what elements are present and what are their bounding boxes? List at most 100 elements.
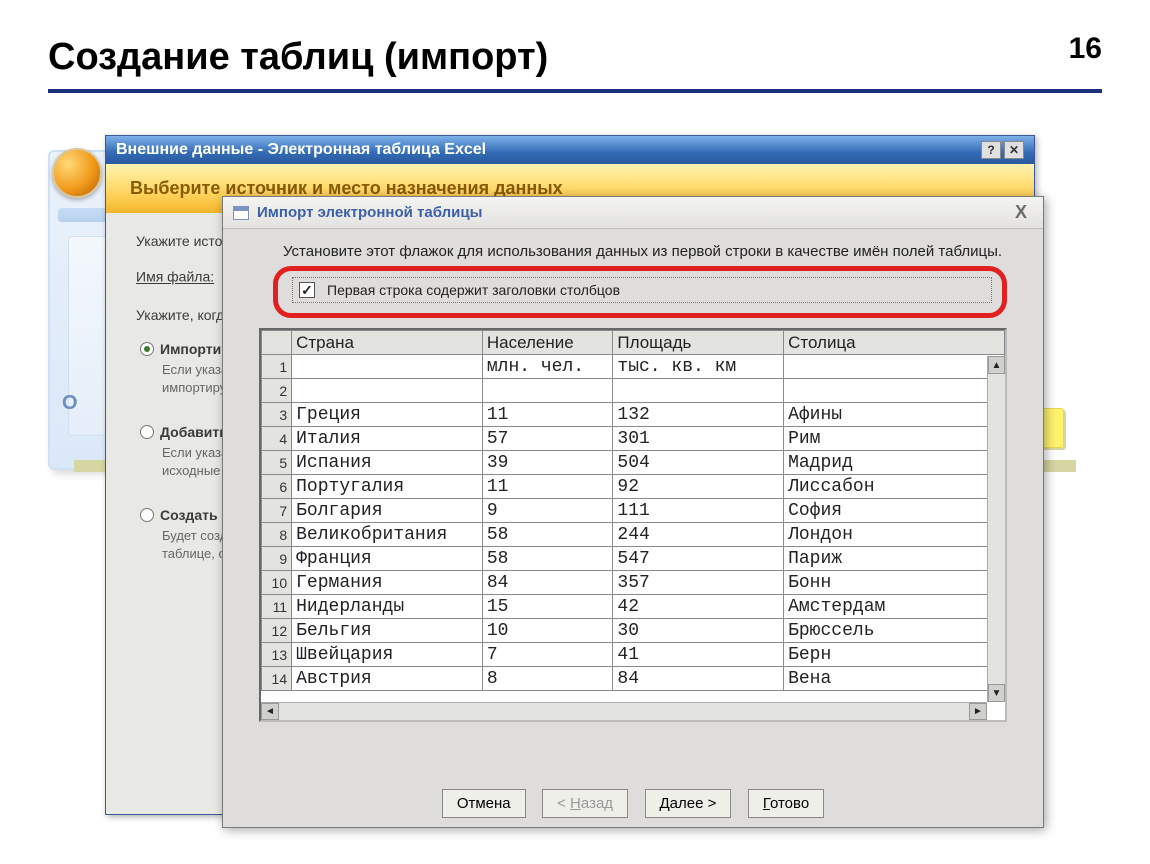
scroll-up-icon[interactable]: ▲	[988, 356, 1005, 374]
slide-title: Создание таблиц (импорт)	[48, 36, 1102, 79]
scroll-right-icon[interactable]: ►	[969, 703, 987, 720]
help-button[interactable]: ?	[981, 141, 1001, 159]
horizontal-scrollbar[interactable]: ◄ ►	[261, 702, 987, 720]
cell[interactable]: млн. чел.	[482, 355, 613, 379]
cell[interactable]: 10	[482, 619, 613, 643]
cell[interactable]: 9	[482, 499, 613, 523]
cell[interactable]: 84	[613, 667, 784, 691]
scroll-left-icon[interactable]: ◄	[261, 703, 279, 720]
cell[interactable]	[292, 355, 483, 379]
row-number[interactable]: 4	[262, 427, 292, 451]
cell[interactable]	[784, 355, 1005, 379]
cell[interactable]: 30	[613, 619, 784, 643]
row-number[interactable]: 2	[262, 379, 292, 403]
column-header-1[interactable]: Население	[482, 331, 613, 355]
radio-2[interactable]	[140, 508, 154, 522]
cell[interactable]: тыс. кв. км	[613, 355, 784, 379]
office-orb-icon[interactable]	[52, 148, 102, 198]
cell[interactable]: Греция	[292, 403, 483, 427]
cell[interactable]: Австрия	[292, 667, 483, 691]
wizard-next-button[interactable]: Далее >	[645, 789, 732, 818]
cell[interactable]: София	[784, 499, 1005, 523]
row-number[interactable]: 12	[262, 619, 292, 643]
cell[interactable]: 42	[613, 595, 784, 619]
cell[interactable]: Бонн	[784, 571, 1005, 595]
cell[interactable]: Берн	[784, 643, 1005, 667]
row-number[interactable]: 11	[262, 595, 292, 619]
column-header-2[interactable]: Площадь	[613, 331, 784, 355]
cell[interactable]: 244	[613, 523, 784, 547]
row-number[interactable]: 1	[262, 355, 292, 379]
cell[interactable]: Франция	[292, 547, 483, 571]
cell[interactable]: 84	[482, 571, 613, 595]
close-icon[interactable]: X	[1009, 202, 1033, 223]
radio-1[interactable]	[140, 425, 154, 439]
cell[interactable]: Болгария	[292, 499, 483, 523]
cell[interactable]: 57	[482, 427, 613, 451]
column-header-3[interactable]: Столица	[784, 331, 1005, 355]
row-number[interactable]: 14	[262, 667, 292, 691]
cell[interactable]: Нидерланды	[292, 595, 483, 619]
radio-label-1: Добавить	[160, 424, 228, 440]
row-number[interactable]: 5	[262, 451, 292, 475]
row-number[interactable]: 8	[262, 523, 292, 547]
dlg2-title-text: Импорт электронной таблицы	[257, 204, 482, 221]
cell[interactable]: 111	[613, 499, 784, 523]
column-header-0[interactable]: Страна	[292, 331, 483, 355]
row-number[interactable]: 6	[262, 475, 292, 499]
cell[interactable]: Италия	[292, 427, 483, 451]
cell[interactable]: Испания	[292, 451, 483, 475]
vertical-scrollbar[interactable]: ▲ ▼	[987, 356, 1005, 702]
cell[interactable]	[613, 379, 784, 403]
cell[interactable]: 301	[613, 427, 784, 451]
wizard-cancel-button[interactable]: Отмена	[442, 789, 526, 818]
cell[interactable]: Афины	[784, 403, 1005, 427]
cell[interactable]: Париж	[784, 547, 1005, 571]
cell[interactable]: Лондон	[784, 523, 1005, 547]
cell[interactable]: Германия	[292, 571, 483, 595]
cell[interactable]: Брюссель	[784, 619, 1005, 643]
cell[interactable]: 11	[482, 475, 613, 499]
row-number[interactable]: 13	[262, 643, 292, 667]
cell[interactable]: Амстердам	[784, 595, 1005, 619]
highlight-callout: ✓ Первая строка содержит заголовки столб…	[273, 266, 1007, 318]
wizard-back-button[interactable]: < Назад	[542, 789, 628, 818]
cell[interactable]: Португалия	[292, 475, 483, 499]
row-number[interactable]: 3	[262, 403, 292, 427]
cell[interactable]: 8	[482, 667, 613, 691]
cell[interactable]: 11	[482, 403, 613, 427]
dlg1-titlebar[interactable]: Внешние данные - Электронная таблица Exc…	[106, 136, 1034, 164]
row-number[interactable]: 9	[262, 547, 292, 571]
scroll-down-icon[interactable]: ▼	[988, 684, 1005, 702]
dlg2-hint-text: Установите этот флажок для использования…	[283, 243, 1023, 260]
cell[interactable]: 92	[613, 475, 784, 499]
cell[interactable]: 15	[482, 595, 613, 619]
cell[interactable]	[482, 379, 613, 403]
cell[interactable]: Швейцария	[292, 643, 483, 667]
cell[interactable]: Вена	[784, 667, 1005, 691]
cell[interactable]: 39	[482, 451, 613, 475]
cell[interactable]: Великобритания	[292, 523, 483, 547]
row-number[interactable]: 7	[262, 499, 292, 523]
cell[interactable]: 58	[482, 523, 613, 547]
wizard-finish-button[interactable]: Готово	[748, 789, 824, 818]
cell[interactable]: 357	[613, 571, 784, 595]
dlg2-titlebar[interactable]: Импорт электронной таблицы X	[223, 197, 1043, 229]
cell[interactable]: 504	[613, 451, 784, 475]
radio-0[interactable]	[140, 342, 154, 356]
cell[interactable]: Мадрид	[784, 451, 1005, 475]
cell[interactable]: Рим	[784, 427, 1005, 451]
cell[interactable]: Бельгия	[292, 619, 483, 643]
cell[interactable]	[784, 379, 1005, 403]
row-number[interactable]: 10	[262, 571, 292, 595]
cell[interactable]: 132	[613, 403, 784, 427]
cell[interactable]	[292, 379, 483, 403]
cell[interactable]: 58	[482, 547, 613, 571]
cell[interactable]: 41	[613, 643, 784, 667]
cell[interactable]: Лиссабон	[784, 475, 1005, 499]
close-button[interactable]: ✕	[1004, 141, 1024, 159]
cell[interactable]: 7	[482, 643, 613, 667]
data-grid[interactable]: СтранаНаселениеПлощадьСтолица 1 млн. чел.…	[259, 328, 1007, 722]
first-row-headers-checkbox[interactable]: ✓	[299, 282, 315, 298]
cell[interactable]: 547	[613, 547, 784, 571]
